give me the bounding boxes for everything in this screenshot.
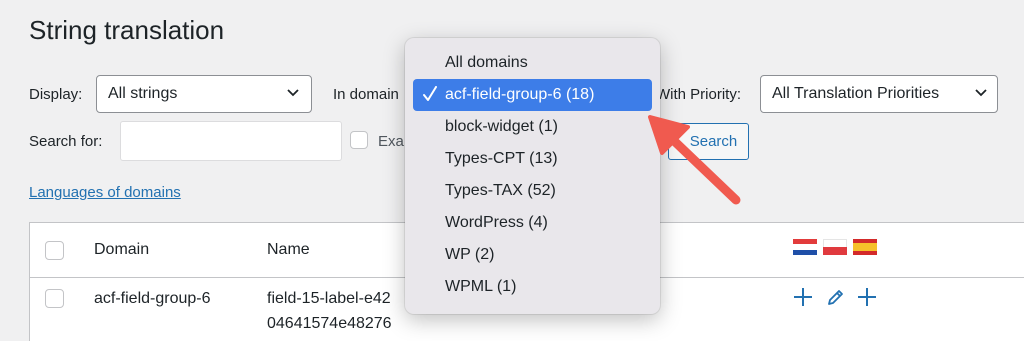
languages-of-domains-link[interactable]: Languages of domains	[29, 184, 181, 201]
dropdown-option-acf-field-group-6[interactable]: acf-field-group-6 (18)	[413, 79, 652, 111]
option-label: All domains	[445, 54, 528, 71]
dropdown-option-wp[interactable]: WP (2)	[413, 239, 652, 271]
dropdown-option-types-cpt[interactable]: Types-CPT (13)	[413, 143, 652, 175]
option-label: Types-TAX (52)	[445, 182, 556, 199]
row-name-line2: 04641574e48276	[267, 315, 392, 332]
display-select-value: All strings	[108, 85, 178, 102]
column-header-domain[interactable]: Domain	[94, 241, 149, 259]
in-domain-label: In domain	[333, 86, 399, 103]
option-label: acf-field-group-6 (18)	[445, 86, 595, 103]
dropdown-option-wordpress[interactable]: WordPress (4)	[413, 207, 652, 239]
option-label: block-widget (1)	[445, 118, 558, 135]
row-name-line1: field-15-label-e42	[267, 290, 391, 307]
priority-select-value: All Translation Priorities	[772, 85, 940, 102]
option-label: WP (2)	[445, 246, 495, 263]
dropdown-option-types-tax[interactable]: Types-TAX (52)	[413, 175, 652, 207]
option-label: WPML (1)	[445, 278, 517, 295]
exact-match-label: Exa	[378, 133, 404, 150]
dropdown-option-block-widget[interactable]: block-widget (1)	[413, 111, 652, 143]
priority-label: With Priority:	[656, 86, 742, 103]
chevron-down-icon	[287, 89, 299, 97]
exact-match-checkbox[interactable]	[350, 131, 368, 149]
polish-flag-icon	[823, 239, 847, 255]
croatian-flag-icon	[793, 239, 817, 255]
chevron-down-icon	[975, 89, 987, 97]
display-label: Display:	[29, 86, 83, 103]
row-domain: acf-field-group-6	[94, 290, 211, 307]
plus-icon[interactable]	[857, 287, 877, 307]
row-checkbox[interactable]	[45, 289, 64, 308]
display-select[interactable]: All strings	[96, 75, 312, 113]
page-title: String translation	[29, 15, 225, 45]
spanish-flag-icon	[853, 239, 877, 255]
plus-icon[interactable]	[793, 287, 813, 307]
domain-dropdown-menu: All domains acf-field-group-6 (18) block…	[405, 38, 660, 314]
dropdown-option-all-domains[interactable]: All domains	[413, 47, 652, 79]
select-all-checkbox[interactable]	[45, 241, 64, 260]
priority-select[interactable]: All Translation Priorities	[760, 75, 998, 113]
option-label: Types-CPT (13)	[445, 150, 558, 167]
search-input[interactable]	[120, 121, 342, 161]
column-header-name[interactable]: Name	[267, 241, 310, 259]
pencil-icon[interactable]	[826, 287, 844, 307]
dropdown-option-wpml[interactable]: WPML (1)	[413, 271, 652, 303]
option-label: WordPress (4)	[445, 214, 548, 231]
search-label: Search for:	[29, 133, 103, 150]
checkmark-icon	[423, 86, 437, 101]
annotation-arrow-icon	[648, 115, 741, 205]
